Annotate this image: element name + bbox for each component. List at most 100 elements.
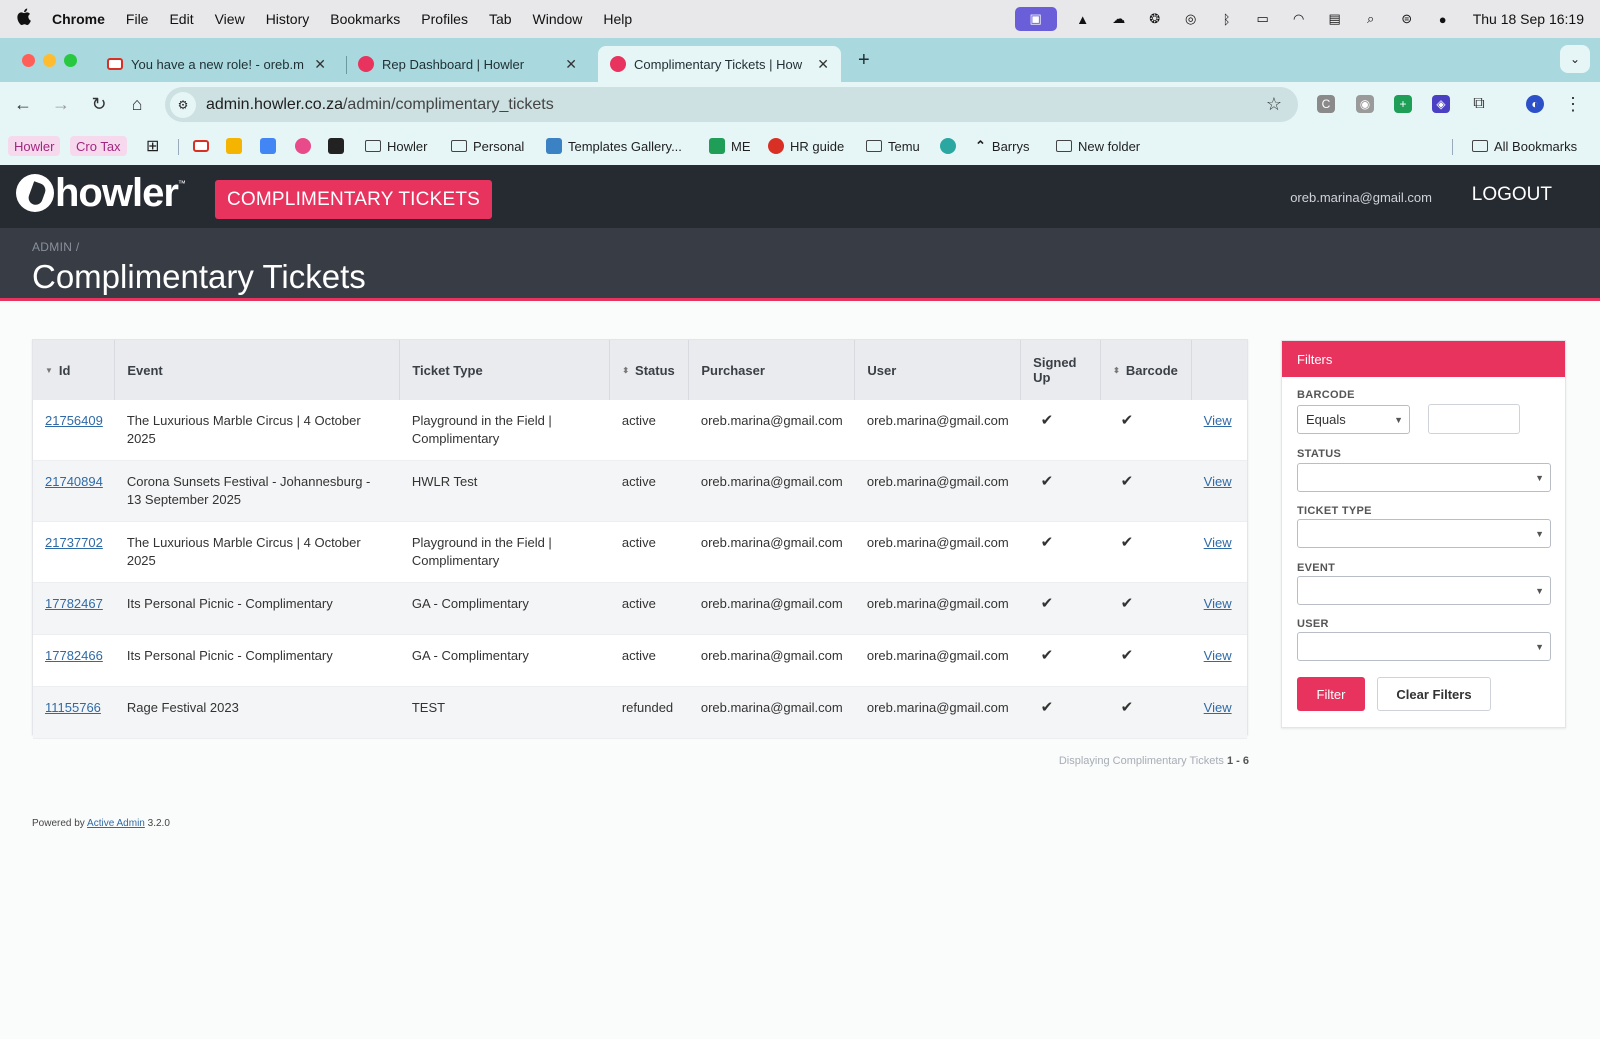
column-header-status[interactable]: ⬍ Status (609, 340, 690, 400)
nav-complimentary-tickets[interactable]: COMPLIMENTARY TICKETS (215, 180, 493, 219)
menubar-clock[interactable]: Thu 18 Sep 16:19 (1473, 11, 1584, 27)
battery-icon[interactable]: ▭ (1253, 11, 1273, 27)
current-user-email[interactable]: oreb.marina@gmail.com (1290, 190, 1432, 205)
black-bookmark-icon[interactable] (328, 136, 344, 156)
bookmark-folder-howler[interactable]: Howler (365, 136, 427, 156)
drive-icon[interactable]: ▲ (1073, 11, 1093, 27)
all-bookmarks-label: All Bookmarks (1494, 138, 1578, 154)
pink-bookmark-icon[interactable] (295, 136, 311, 156)
ticket-type-filter-select[interactable]: ▼ (1297, 519, 1551, 548)
menu-file[interactable]: File (126, 11, 149, 27)
filter-button[interactable]: Filter (1297, 677, 1365, 711)
menu-edit[interactable]: Edit (169, 11, 193, 27)
bookmark-me[interactable]: ME (709, 136, 751, 156)
forward-arrow-icon[interactable]: → (49, 92, 73, 116)
close-window-button[interactable] (22, 54, 35, 67)
close-tab-icon[interactable]: ✕ (565, 56, 577, 73)
close-tab-icon[interactable]: ✕ (314, 56, 326, 73)
calendar-bookmark-icon[interactable] (260, 136, 276, 156)
openai-icon[interactable]: ❂ (1145, 11, 1165, 27)
bookmark-cro-tax-pill[interactable]: Cro Tax (70, 136, 127, 156)
address-bar[interactable]: ⚙ admin.howler.co.za/admin/complimentary… (165, 87, 1298, 122)
display-icon[interactable]: ▤ (1325, 11, 1345, 27)
tab-search-chevron-icon[interactable]: ⌄ (1560, 45, 1590, 73)
view-link[interactable]: View (1204, 413, 1232, 428)
apple-icon[interactable] (16, 8, 32, 30)
bookmark-star-icon[interactable]: ☆ (1266, 94, 1282, 115)
bluetooth-icon[interactable]: ᛒ (1217, 11, 1237, 27)
bookmark-templates-gallery[interactable]: Templates Gallery... (546, 136, 682, 156)
tab-gmail[interactable]: You have a new role! - oreb.m ✕ (95, 46, 338, 82)
wifi-icon[interactable]: ◠ (1289, 11, 1309, 27)
ticket-id-link[interactable]: 21737702 (45, 535, 103, 550)
active-admin-link[interactable]: Active Admin (87, 818, 145, 829)
clear-filters-button[interactable]: Clear Filters (1377, 677, 1491, 711)
view-link[interactable]: View (1204, 700, 1232, 715)
screen-share-icon[interactable]: ▣ (1014, 7, 1057, 31)
bookmark-howler-pill[interactable]: Howler (8, 136, 61, 156)
drive-bookmark-icon[interactable] (226, 136, 242, 156)
howler-logo[interactable]: howler ™ (16, 173, 186, 213)
close-tab-icon[interactable]: ✕ (817, 56, 829, 73)
barcode-value-input[interactable] (1428, 404, 1520, 434)
view-link[interactable]: View (1204, 596, 1232, 611)
bookmark-folder-personal[interactable]: Personal (451, 136, 524, 156)
menu-window[interactable]: Window (533, 11, 583, 27)
address-url[interactable]: admin.howler.co.za/admin/complimentary_t… (206, 96, 554, 114)
user-filter-select[interactable]: ▼ (1297, 632, 1551, 661)
extension-sheets-icon[interactable]: + (1394, 95, 1412, 113)
more-menu-icon[interactable]: ⋮ (1564, 94, 1582, 114)
apps-grid-icon[interactable]: ⊞ (146, 136, 159, 156)
bookmark-barrys[interactable]: ⌃ Barrys (975, 136, 1029, 156)
menu-app-name[interactable]: Chrome (52, 11, 105, 27)
creative-cloud-icon[interactable]: ☁ (1109, 11, 1129, 27)
all-bookmarks[interactable]: All Bookmarks (1472, 136, 1577, 156)
view-link[interactable]: View (1204, 474, 1232, 489)
event-filter-select[interactable]: ▼ (1297, 576, 1551, 605)
menu-tab[interactable]: Tab (489, 11, 512, 27)
menu-profiles[interactable]: Profiles (421, 11, 468, 27)
back-arrow-icon[interactable]: ← (11, 92, 35, 116)
gmail-bookmark-icon[interactable] (193, 136, 209, 156)
extensions-puzzle-icon[interactable]: ⧉ (1470, 95, 1488, 113)
cq-bookmark-icon[interactable] (940, 136, 956, 156)
minimize-window-button[interactable] (43, 54, 56, 67)
extension-grammarly-icon[interactable]: C (1317, 95, 1335, 113)
cell-purchaser: oreb.marina@gmail.com (688, 686, 855, 739)
bookmark-folder-new-folder[interactable]: New folder (1056, 136, 1140, 156)
footer: Powered by Active Admin 3.2.0 (32, 818, 170, 829)
ticket-id-link[interactable]: 17782466 (45, 648, 103, 663)
ticket-id-link[interactable]: 11155766 (45, 700, 101, 715)
new-tab-icon[interactable]: + (858, 49, 870, 72)
site-info-icon[interactable]: ⚙ (170, 91, 196, 118)
column-header-barcode[interactable]: ⬍ Barcode (1100, 340, 1193, 400)
bookmark-hr-guide[interactable]: HR guide (768, 136, 844, 156)
breadcrumb-admin[interactable]: ADMIN (32, 240, 72, 254)
extension-purple-icon[interactable]: ◈ (1432, 95, 1450, 113)
extension-camera-icon[interactable]: ◉ (1356, 95, 1374, 113)
home-icon[interactable]: ⌂ (125, 92, 149, 116)
logout-link[interactable]: LOGOUT (1472, 184, 1552, 206)
view-link[interactable]: View (1204, 535, 1232, 550)
siri-icon[interactable]: ● (1433, 11, 1453, 27)
ticket-id-link[interactable]: 17782467 (45, 596, 103, 611)
ticket-id-link[interactable]: 21740894 (45, 474, 103, 489)
profile-avatar-icon[interactable]: ◐ (1526, 95, 1544, 113)
menu-history[interactable]: History (266, 11, 310, 27)
tab-complimentary-tickets[interactable]: Complimentary Tickets | How ✕ (598, 46, 841, 82)
menu-help[interactable]: Help (603, 11, 632, 27)
tab-rep-dashboard[interactable]: Rep Dashboard | Howler ✕ (346, 46, 589, 82)
reload-icon[interactable]: ↻ (87, 92, 111, 116)
ticket-id-link[interactable]: 21756409 (45, 413, 103, 428)
status-filter-select[interactable]: ▼ (1297, 463, 1551, 492)
view-link[interactable]: View (1204, 648, 1232, 663)
menu-bookmarks[interactable]: Bookmarks (330, 11, 400, 27)
bookmark-folder-temu[interactable]: Temu (866, 136, 920, 156)
zoom-window-button[interactable] (64, 54, 77, 67)
spotlight-search-icon[interactable]: ⌕ (1361, 11, 1381, 27)
airdrop-icon[interactable]: ◎ (1181, 11, 1201, 27)
control-center-icon[interactable]: ⊜ (1397, 11, 1417, 27)
menu-view[interactable]: View (215, 11, 245, 27)
column-header-id[interactable]: ▼ Id (33, 340, 116, 400)
barcode-operator-select[interactable]: Equals ▼ (1297, 405, 1410, 434)
